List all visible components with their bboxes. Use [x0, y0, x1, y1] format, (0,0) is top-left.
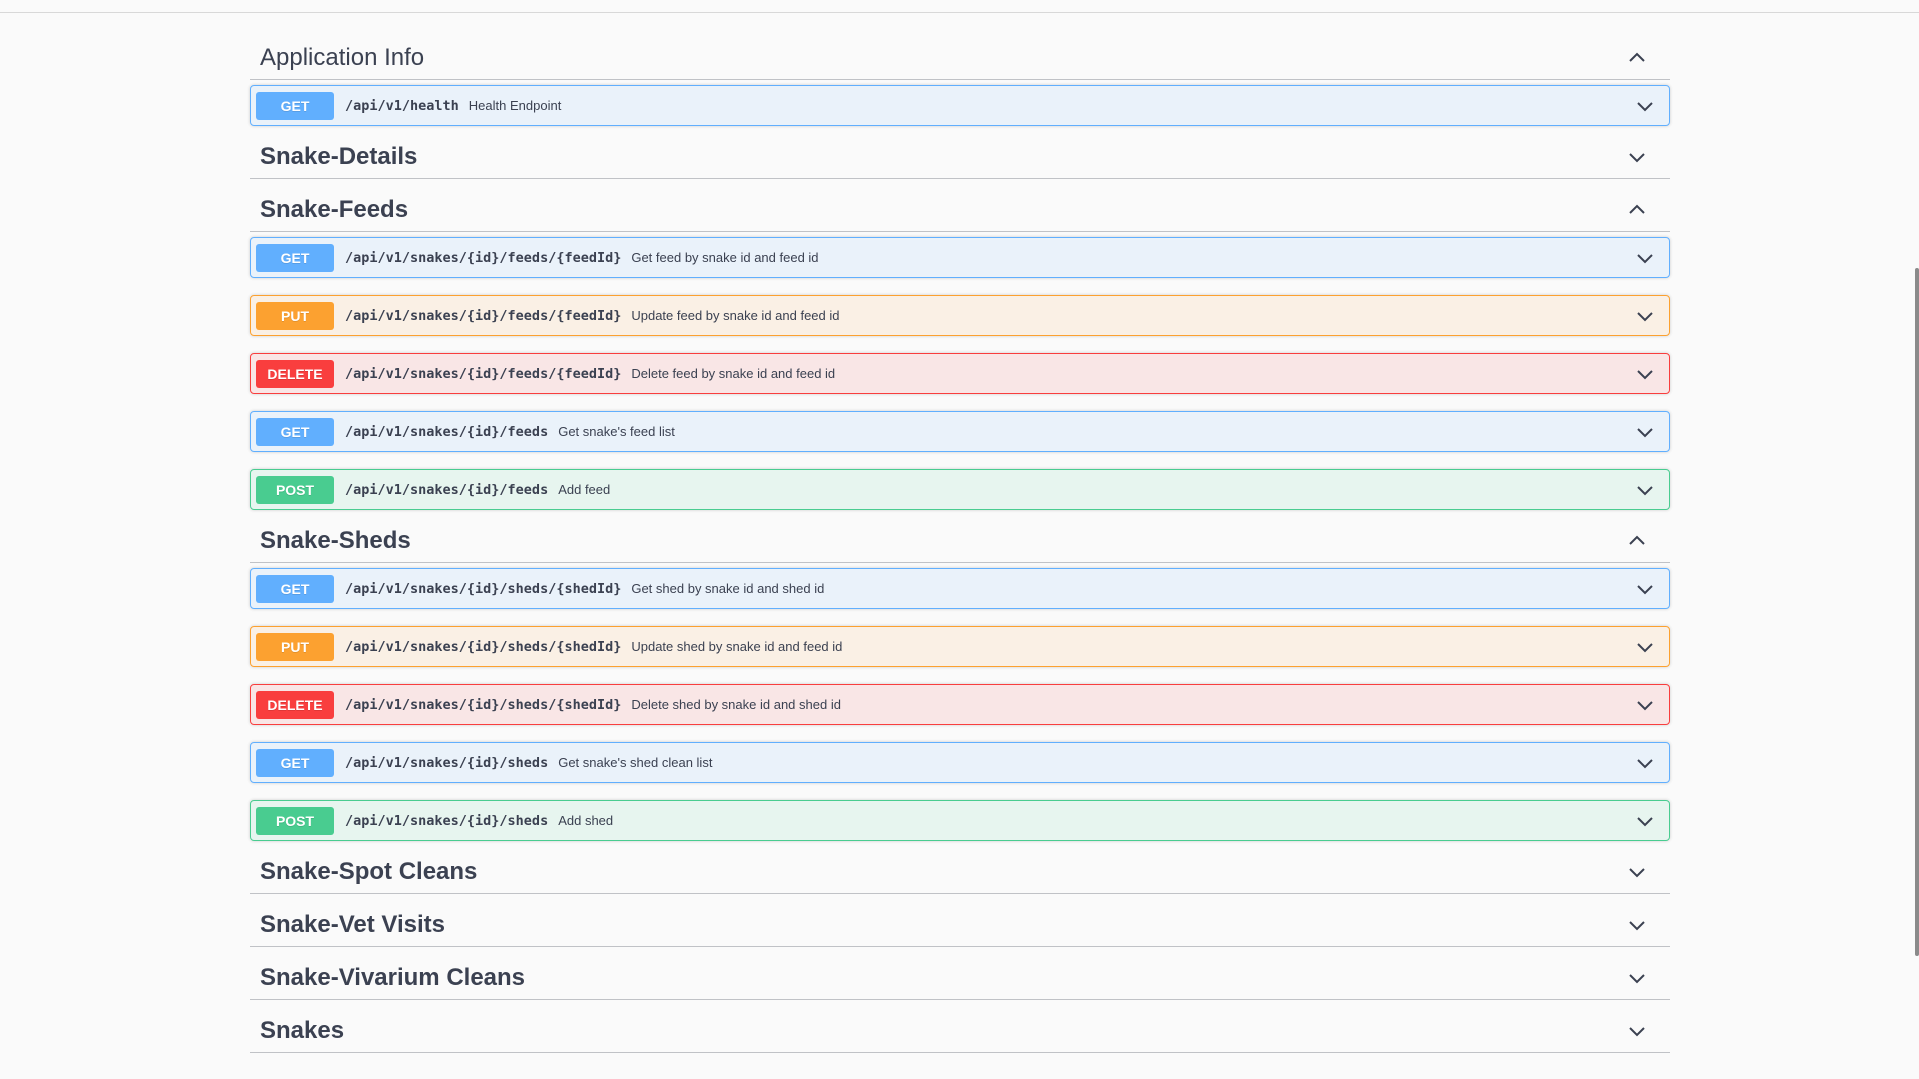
chevron-down-icon[interactable] — [1635, 637, 1655, 657]
endpoint-path: /api/v1/snakes/{id}/feeds/{feedId} — [345, 365, 622, 382]
chevron-down-icon[interactable] — [1635, 811, 1655, 831]
chevron-down-icon[interactable] — [1635, 422, 1655, 442]
operation-row[interactable]: GET/api/v1/snakes/{id}/feeds Get snake's … — [250, 411, 1670, 452]
http-method-badge: DELETE — [256, 690, 334, 719]
http-method-badge: GET — [256, 748, 334, 777]
operations-list: GET/api/v1/health Health Endpoint — [250, 80, 1670, 126]
chevron-down-icon[interactable] — [1635, 579, 1655, 599]
endpoint-summary: Update feed by snake id and feed id — [631, 308, 840, 323]
chevron-up-icon[interactable] — [1627, 200, 1647, 220]
operation-row[interactable]: GET/api/v1/health Health Endpoint — [250, 85, 1670, 126]
tag-section-title: Snakes — [260, 1017, 345, 1044]
operation-row[interactable]: POST/api/v1/snakes/{id}/feeds Add feed — [250, 469, 1670, 510]
chevron-down-icon[interactable] — [1627, 862, 1647, 882]
tag-section-header[interactable]: Snake-Spot Cleans — [250, 851, 1670, 894]
chevron-down-icon[interactable] — [1627, 968, 1647, 988]
chevron-down-icon[interactable] — [1627, 147, 1647, 167]
endpoint-summary: Get feed by snake id and feed id — [631, 250, 819, 265]
chevron-up-icon[interactable] — [1627, 48, 1647, 68]
tag-section-header[interactable]: Application Info — [250, 37, 1670, 80]
operation-row[interactable]: GET/api/v1/snakes/{id}/sheds/{shedId} Get… — [250, 568, 1670, 609]
endpoint-path: /api/v1/snakes/{id}/feeds/{feedId} — [345, 307, 622, 324]
operation-row[interactable]: PUT/api/v1/snakes/{id}/feeds/{feedId} Upd… — [250, 295, 1670, 336]
http-method-badge: PUT — [256, 632, 334, 661]
tag-section-header[interactable]: Snake-Feeds — [250, 189, 1670, 232]
chevron-down-icon[interactable] — [1635, 96, 1655, 116]
endpoint-summary: Delete shed by snake id and shed id — [631, 697, 841, 712]
endpoint-path: /api/v1/snakes/{id}/feeds — [345, 423, 549, 440]
chevron-down-icon[interactable] — [1635, 695, 1655, 715]
tag-section-title: Snake-Spot Cleans — [260, 858, 478, 885]
tag-section-header[interactable]: Snake-Sheds — [250, 520, 1670, 563]
endpoint-summary: Add feed — [558, 482, 611, 497]
operation-row[interactable]: PUT/api/v1/snakes/{id}/sheds/{shedId} Upd… — [250, 626, 1670, 667]
chevron-down-icon[interactable] — [1635, 306, 1655, 326]
tag-section-title: Snake-Vet Visits — [260, 911, 445, 938]
endpoint-path: /api/v1/snakes/{id}/sheds — [345, 812, 549, 829]
endpoint-summary: Update shed by snake id and feed id — [631, 639, 843, 654]
endpoint-path: /api/v1/snakes/{id}/sheds/{shedId} — [345, 580, 622, 597]
chevron-down-icon[interactable] — [1635, 364, 1655, 384]
api-operations-container: Application Info GET/api/v1/health Health … — [250, 37, 1670, 1053]
tag-section-title: Snake-Feeds — [260, 196, 409, 223]
tag-section-title: Snake-Details — [260, 143, 418, 170]
operation-row[interactable]: GET/api/v1/snakes/{id}/sheds Get snake's … — [250, 742, 1670, 783]
tag-section-title: Application Info — [260, 44, 425, 71]
chevron-up-icon[interactable] — [1627, 531, 1647, 551]
endpoint-summary: Delete feed by snake id and feed id — [631, 366, 836, 381]
chevron-down-icon[interactable] — [1635, 480, 1655, 500]
tag-section-title: Snake-Vivarium Cleans — [260, 964, 526, 991]
http-method-badge: GET — [256, 91, 334, 120]
endpoint-path: /api/v1/health — [345, 97, 459, 114]
http-method-badge: DELETE — [256, 359, 334, 388]
top-header-divider — [0, 0, 1919, 13]
endpoint-path: /api/v1/snakes/{id}/sheds/{shedId} — [345, 638, 622, 655]
tag-section-header[interactable]: Snake-Vivarium Cleans — [250, 957, 1670, 1000]
endpoint-path: /api/v1/snakes/{id}/sheds/{shedId} — [345, 696, 622, 713]
operations-list: GET/api/v1/snakes/{id}/feeds/{feedId} Get… — [250, 232, 1670, 510]
endpoint-summary: Add shed — [558, 813, 614, 828]
endpoint-summary: Health Endpoint — [468, 98, 562, 113]
endpoint-path: /api/v1/snakes/{id}/feeds — [345, 481, 549, 498]
chevron-down-icon[interactable] — [1635, 248, 1655, 268]
http-method-badge: PUT — [256, 301, 334, 330]
operation-row[interactable]: POST/api/v1/snakes/{id}/sheds Add shed — [250, 800, 1670, 841]
tag-section-header[interactable]: Snake-Vet Visits — [250, 904, 1670, 947]
chevron-down-icon[interactable] — [1635, 753, 1655, 773]
endpoint-path: /api/v1/snakes/{id}/feeds/{feedId} — [345, 249, 622, 266]
http-method-badge: POST — [256, 475, 334, 504]
endpoint-path: /api/v1/snakes/{id}/sheds — [345, 754, 549, 771]
chevron-down-icon[interactable] — [1627, 915, 1647, 935]
operation-row[interactable]: GET/api/v1/snakes/{id}/feeds/{feedId} Get… — [250, 237, 1670, 278]
endpoint-summary: Get snake's feed list — [558, 424, 675, 439]
operation-row[interactable]: DELETE/api/v1/snakes/{id}/sheds/{shedId}… — [250, 684, 1670, 725]
http-method-badge: GET — [256, 243, 334, 272]
operations-list: GET/api/v1/snakes/{id}/sheds/{shedId} Get… — [250, 563, 1670, 841]
tag-section-header[interactable]: Snakes — [250, 1010, 1670, 1053]
endpoint-summary: Get shed by snake id and shed id — [631, 581, 825, 596]
tag-section-title: Snake-Sheds — [260, 527, 411, 554]
endpoint-summary: Get snake's shed clean list — [558, 755, 713, 770]
http-method-badge: GET — [256, 417, 334, 446]
tag-section-header[interactable]: Snake-Details — [250, 136, 1670, 179]
http-method-badge: POST — [256, 806, 334, 835]
operation-row[interactable]: DELETE/api/v1/snakes/{id}/feeds/{feedId}… — [250, 353, 1670, 394]
chevron-down-icon[interactable] — [1627, 1021, 1647, 1041]
vertical-scrollbar[interactable] — [1915, 268, 1919, 956]
http-method-badge: GET — [256, 574, 334, 603]
